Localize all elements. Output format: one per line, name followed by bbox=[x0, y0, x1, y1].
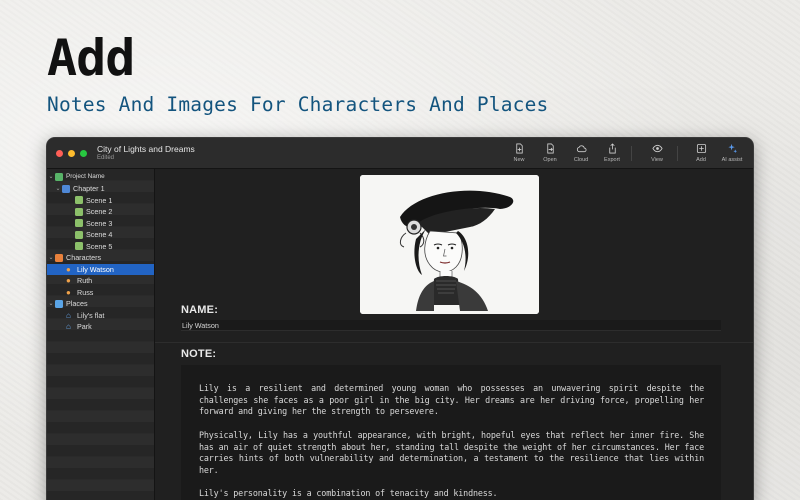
name-field[interactable]: Lily Watson bbox=[181, 320, 721, 331]
scene-icon bbox=[75, 196, 83, 205]
characters-folder-icon bbox=[55, 253, 63, 262]
sidebar-item-places[interactable]: ⌄ Places bbox=[47, 298, 154, 310]
sidebar-item-scene[interactable]: Scene 4 bbox=[47, 229, 154, 241]
name-label: NAME: bbox=[181, 304, 219, 316]
new-document-icon bbox=[515, 143, 523, 154]
person-icon: ● bbox=[66, 276, 71, 286]
character-image[interactable] bbox=[360, 175, 539, 314]
eye-icon bbox=[651, 144, 663, 153]
view-label: View bbox=[651, 157, 663, 163]
open-document-icon bbox=[546, 143, 554, 154]
marketing-headline: Add bbox=[47, 29, 135, 87]
portrait-sketch-image bbox=[360, 175, 539, 314]
scene-icon bbox=[75, 242, 83, 251]
close-window-button[interactable] bbox=[56, 150, 63, 157]
note-paragraph: Physically, Lily has a youthful appearan… bbox=[199, 429, 704, 475]
section-divider bbox=[155, 342, 753, 343]
sidebar-item-label: Characters bbox=[66, 253, 102, 263]
ai-assist-label: AI assist bbox=[721, 157, 743, 163]
note-paragraph: Lily is a resilient and determined young… bbox=[199, 383, 704, 417]
document-title: City of Lights and Dreams bbox=[97, 144, 195, 154]
new-button[interactable]: New bbox=[503, 141, 535, 167]
chevron-down-icon[interactable]: ⌄ bbox=[47, 300, 55, 307]
sidebar-item-label: Scene 2 bbox=[86, 207, 113, 217]
open-button[interactable]: Open bbox=[534, 141, 566, 167]
scene-icon bbox=[75, 219, 83, 228]
cloud-icon bbox=[576, 145, 586, 153]
ai-assist-button[interactable]: AI assist bbox=[716, 141, 748, 167]
add-label: Add bbox=[696, 157, 706, 163]
sidebar-item-park[interactable]: ⌂ Park bbox=[47, 321, 154, 333]
document-status: Edited bbox=[97, 155, 115, 161]
sidebar-item-scene[interactable]: Scene 2 bbox=[47, 206, 154, 218]
sidebar-item-label: Lily's flat bbox=[77, 310, 105, 320]
sidebar-item-scene[interactable]: Scene 3 bbox=[47, 218, 154, 230]
title-bar: City of Lights and Dreams Edited New Ope… bbox=[47, 138, 753, 169]
toolbar-separator bbox=[677, 146, 678, 161]
sidebar-item-project[interactable]: ⌄ Project Name bbox=[47, 171, 154, 183]
export-button[interactable]: Export bbox=[596, 141, 628, 167]
sidebar: ⌄ Project Name ⌄ Chapter 1 Scene 1 Scene… bbox=[47, 169, 155, 500]
sidebar-item-label: Russ bbox=[77, 287, 94, 297]
sidebar-item-label: Project Name bbox=[66, 173, 105, 181]
places-folder-icon bbox=[55, 299, 63, 308]
note-text-area[interactable]: Lily is a resilient and determined young… bbox=[181, 365, 721, 500]
sidebar-item-label: Scene 5 bbox=[86, 241, 113, 251]
chevron-down-icon[interactable]: ⌄ bbox=[54, 185, 62, 192]
sidebar-item-lilys-flat[interactable]: ⌂ Lily's flat bbox=[47, 310, 154, 322]
sidebar-item-label: Ruth bbox=[77, 276, 93, 286]
sidebar-item-label: Places bbox=[66, 299, 88, 309]
sidebar-item-label: Scene 3 bbox=[86, 218, 113, 228]
cloud-button[interactable]: Cloud bbox=[565, 141, 597, 167]
chevron-down-icon[interactable]: ⌄ bbox=[47, 254, 55, 261]
scene-icon bbox=[75, 207, 83, 216]
marketing-subheadline: Notes And Images For Characters And Plac… bbox=[47, 93, 549, 116]
add-button[interactable]: Add bbox=[685, 141, 717, 167]
export-label: Export bbox=[604, 157, 620, 163]
scene-icon bbox=[75, 230, 83, 239]
sidebar-item-lily-watson[interactable]: ● Lily Watson bbox=[47, 263, 154, 275]
export-icon bbox=[608, 143, 616, 154]
new-label: New bbox=[513, 157, 525, 163]
open-label: Open bbox=[543, 157, 557, 163]
detail-pane: NAME: Lily Watson NOTE: Lily is a resili… bbox=[155, 169, 753, 500]
sidebar-item-scene[interactable]: Scene 5 bbox=[47, 241, 154, 253]
minimize-window-button[interactable] bbox=[68, 150, 75, 157]
house-icon: ⌂ bbox=[66, 322, 71, 332]
chevron-down-icon[interactable]: ⌄ bbox=[47, 173, 55, 180]
cloud-label: Cloud bbox=[573, 157, 589, 163]
house-icon: ⌂ bbox=[66, 310, 71, 320]
view-button[interactable]: View bbox=[641, 141, 673, 167]
note-paragraph: Lily's personality is a combination of t… bbox=[199, 488, 498, 499]
project-icon bbox=[55, 172, 63, 181]
person-icon: ● bbox=[66, 264, 71, 274]
zoom-window-button[interactable] bbox=[80, 150, 87, 157]
sidebar-item-label: Chapter 1 bbox=[73, 184, 105, 194]
sidebar-item-ruth[interactable]: ● Ruth bbox=[47, 275, 154, 287]
sidebar-item-label: Scene 4 bbox=[86, 230, 113, 240]
app-window: City of Lights and Dreams Edited New Ope… bbox=[46, 137, 754, 500]
sidebar-item-label: Lily Watson bbox=[77, 264, 114, 274]
sidebar-item-label: Scene 1 bbox=[86, 195, 113, 205]
toolbar-separator bbox=[631, 146, 632, 161]
sidebar-item-chapter[interactable]: ⌄ Chapter 1 bbox=[47, 183, 154, 195]
sidebar-item-label: Park bbox=[77, 322, 92, 332]
sparkle-icon bbox=[727, 143, 737, 154]
sidebar-item-characters[interactable]: ⌄ Characters bbox=[47, 252, 154, 264]
note-label: NOTE: bbox=[181, 348, 217, 360]
add-icon bbox=[696, 143, 706, 154]
book-icon bbox=[62, 184, 70, 193]
person-icon: ● bbox=[66, 287, 71, 297]
sidebar-item-russ[interactable]: ● Russ bbox=[47, 287, 154, 299]
sidebar-item-scene[interactable]: Scene 1 bbox=[47, 195, 154, 207]
